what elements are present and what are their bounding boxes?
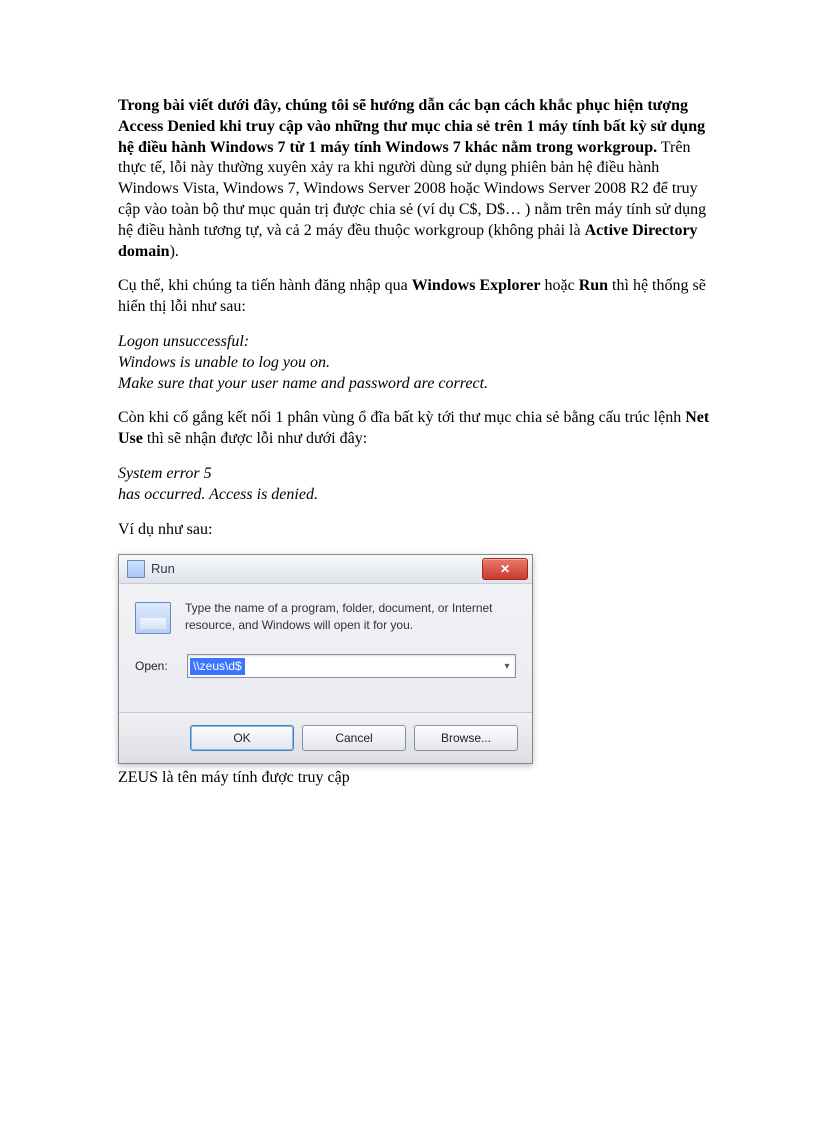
p3-b: thì sẽ nhận được lỗi như dưới đây: [143,430,367,447]
error-block-1: Logon unsuccessful: Windows is unable to… [118,332,716,394]
paragraph-4: Ví dụ như sau: [118,520,716,541]
cancel-button[interactable]: Cancel [302,725,406,751]
image-caption: ZEUS là tên máy tính được truy cập [118,768,716,789]
err2-l2: has occurred. Access is denied. [118,485,716,506]
open-input[interactable]: \\zeus\d$ ▾ [187,654,516,678]
p2-b1: Windows Explorer [412,277,541,294]
cancel-label: Cancel [335,731,372,747]
p2-b2: Run [579,277,608,294]
program-icon [135,602,171,634]
ok-button[interactable]: OK [190,725,294,751]
intro-bold: Trong bài viết dưới đây, chúng tôi sẽ hư… [118,97,705,156]
dialog-body: Type the name of a program, folder, docu… [119,584,532,712]
close-button[interactable]: ✕ [482,558,528,580]
run-dialog: Run ✕ Type the name of a program, folder… [118,554,533,764]
button-row: OK Cancel Browse... [119,712,532,763]
intro-text-2: ). [170,243,179,260]
open-label: Open: [135,659,175,675]
run-icon [127,560,145,578]
ok-label: OK [233,731,250,747]
close-icon: ✕ [500,562,510,578]
open-input-value: \\zeus\d$ [190,658,245,676]
open-row: Open: \\zeus\d$ ▾ [135,654,516,678]
titlebar[interactable]: Run ✕ [119,555,532,584]
err1-l3: Make sure that your user name and passwo… [118,374,716,395]
browse-button[interactable]: Browse... [414,725,518,751]
browse-label: Browse... [441,731,491,747]
document-page: Trong bài viết dưới đây, chúng tôi sẽ hư… [0,0,816,789]
error-block-2: System error 5 has occurred. Access is d… [118,464,716,506]
paragraph-3: Còn khi cố gắng kết nối 1 phân vùng ổ đĩ… [118,408,716,450]
p3-a: Còn khi cố gắng kết nối 1 phân vùng ổ đĩ… [118,409,685,426]
p2-a: Cụ thể, khi chúng ta tiến hành đăng nhập… [118,277,412,294]
err1-l1: Logon unsuccessful: [118,332,716,353]
p2-b: hoặc [540,277,578,294]
description-text: Type the name of a program, folder, docu… [185,600,516,634]
chevron-down-icon[interactable]: ▾ [498,655,515,677]
err1-l2: Windows is unable to log you on. [118,353,716,374]
description-row: Type the name of a program, folder, docu… [135,600,516,634]
err2-l1: System error 5 [118,464,716,485]
intro-paragraph: Trong bài viết dưới đây, chúng tôi sẽ hư… [118,96,716,262]
paragraph-2: Cụ thể, khi chúng ta tiến hành đăng nhập… [118,276,716,318]
dialog-title: Run [151,561,482,578]
